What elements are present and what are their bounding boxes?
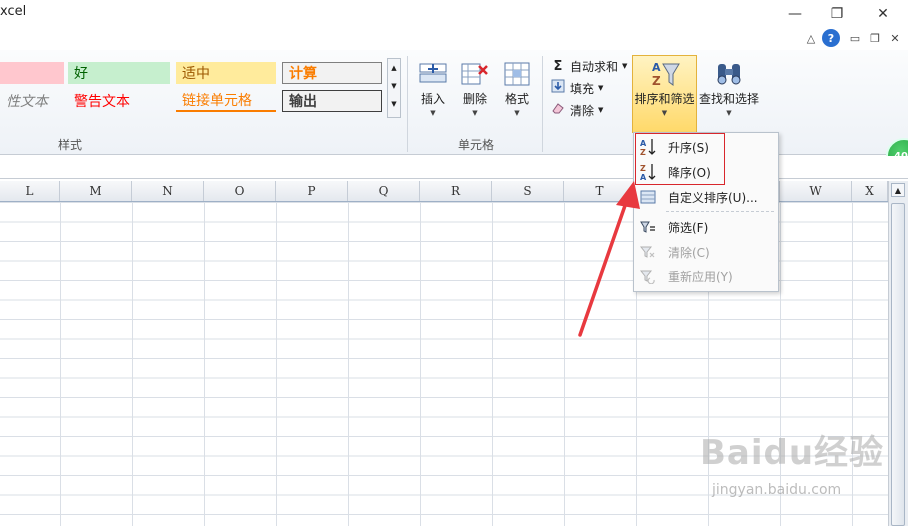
column-header-o[interactable]: O [204, 181, 276, 201]
fill-down-icon [550, 79, 566, 97]
insert-caret-icon: ▼ [430, 109, 436, 117]
group-divider [407, 56, 408, 152]
fill-caret-icon: ▼ [598, 84, 604, 92]
clear-filter-label: 清除(C) [668, 245, 710, 260]
binoculars-icon [713, 58, 745, 90]
column-header-p[interactable]: P [276, 181, 348, 201]
column-header-m[interactable]: M [60, 181, 132, 201]
column-header-r[interactable]: R [420, 181, 492, 201]
eraser-icon [550, 101, 566, 119]
title-bar: xcel — ❐ ✕ [0, 0, 908, 28]
format-label: 格式 [504, 92, 529, 106]
fill-button[interactable]: 填充 ▼ [550, 78, 603, 98]
insert-cells-icon [417, 58, 449, 90]
style-output[interactable]: 输出 [282, 90, 382, 112]
gallery-more-icon[interactable]: ▼ [388, 95, 400, 113]
style-neutral-label: 适中 [182, 66, 210, 82]
style-warning[interactable]: 警告文本 [68, 90, 170, 112]
sort-filter-caret-icon: ▼ [661, 109, 668, 117]
autosum-label: 自动求和 [570, 59, 619, 74]
close-button[interactable]: ✕ [866, 2, 900, 26]
delete-label: 删除 [462, 92, 487, 106]
sort-filter-icon: A Z [649, 58, 681, 90]
column-header-l[interactable]: L [0, 181, 60, 201]
scrollbar-thumb[interactable] [891, 203, 905, 526]
autosum-caret-icon: ▼ [622, 62, 628, 70]
style-linked-cell[interactable]: 链接单元格 [176, 90, 276, 112]
svg-text:A: A [652, 61, 661, 74]
minimize-button[interactable]: — [778, 2, 812, 26]
watermark-url: jingyan.baidu.com [712, 482, 842, 498]
gallery-down-icon[interactable]: ▼ [388, 77, 400, 95]
style-bad[interactable] [0, 62, 64, 84]
autosum-button[interactable]: Σ 自动求和 ▼ [550, 56, 628, 76]
sort-filter-label: 排序和筛选 [634, 92, 695, 106]
scroll-up-icon[interactable]: ▲ [891, 183, 905, 197]
fill-label: 填充 [570, 81, 595, 96]
sigma-icon: Σ [553, 58, 563, 74]
column-header-q[interactable]: Q [348, 181, 420, 201]
menu-item-filter[interactable]: 筛选(F) [634, 215, 778, 239]
cells-group-caption: 单元格 [458, 138, 495, 152]
style-calculation-label: 计算 [289, 66, 317, 82]
style-output-label: 输出 [289, 94, 317, 110]
reapply-label: 重新应用(Y) [668, 269, 733, 284]
find-select-caret-icon: ▼ [726, 109, 732, 117]
gallery-scroll[interactable]: ▲ ▼ ▼ [387, 58, 401, 118]
format-cells-icon [501, 58, 533, 90]
gallery-up-icon[interactable]: ▲ [388, 59, 400, 77]
style-explanatory[interactable]: 性文本 [0, 90, 64, 112]
annotation-arrow-icon [578, 181, 640, 337]
insert-button[interactable]: 插入 ▼ [416, 58, 450, 117]
menu-item-custom-sort[interactable]: 自定义排序(U)... [634, 185, 778, 209]
help-icon[interactable]: ? [822, 29, 840, 47]
clear-button[interactable]: 清除 ▼ [550, 100, 603, 120]
menu-item-reapply[interactable]: 重新应用(Y) [634, 264, 778, 288]
style-good[interactable]: 好 [68, 62, 170, 84]
style-calculation[interactable]: 计算 [282, 62, 382, 84]
format-button[interactable]: 格式 ▼ [500, 58, 534, 117]
style-explanatory-label: 性文本 [6, 94, 48, 110]
column-header-n[interactable]: N [132, 181, 204, 201]
custom-sort-label: 自定义排序(U)... [668, 190, 758, 205]
workbook-restore-icon[interactable]: ❐ [866, 30, 884, 46]
column-header-w[interactable]: W [780, 181, 852, 201]
styles-group-caption: 样式 [58, 138, 83, 152]
style-good-label: 好 [74, 66, 88, 82]
style-linked-cell-label: 链接单元格 [182, 93, 252, 109]
find-select-label: 查找和选择 [698, 92, 759, 106]
watermark-brand: Baidu经验 [700, 433, 885, 473]
style-neutral[interactable]: 适中 [176, 62, 276, 84]
clear-label: 清除 [570, 103, 595, 118]
clear-caret-icon: ▼ [598, 106, 604, 114]
delete-caret-icon: ▼ [472, 109, 478, 117]
insert-label: 插入 [420, 92, 445, 106]
window-title: xcel [0, 4, 27, 19]
ribbon-collapse-icon[interactable]: △ [802, 30, 820, 46]
svg-text:Z: Z [652, 74, 661, 88]
menu-separator [666, 211, 774, 213]
baidu-watermark: Baidu经验 [700, 425, 884, 474]
filter-label: 筛选(F) [668, 220, 709, 235]
restore-button[interactable]: ❐ [820, 2, 854, 26]
workbook-close-icon[interactable]: ✕ [886, 30, 904, 46]
menu-item-clear[interactable]: 清除(C) [634, 240, 778, 264]
delete-button[interactable]: 删除 ▼ [458, 58, 492, 117]
format-caret-icon: ▼ [514, 109, 520, 117]
sort-filter-button[interactable]: A Z 排序和筛选 ▼ [632, 58, 697, 117]
column-header-s[interactable]: S [492, 181, 564, 201]
find-select-button[interactable]: 查找和选择 ▼ [698, 58, 760, 117]
group-divider [542, 56, 543, 152]
column-header-x[interactable]: X [852, 181, 888, 201]
workbook-minimize-icon[interactable]: ▭ [846, 30, 864, 46]
style-warning-label: 警告文本 [74, 94, 130, 110]
delete-cells-icon [459, 58, 491, 90]
